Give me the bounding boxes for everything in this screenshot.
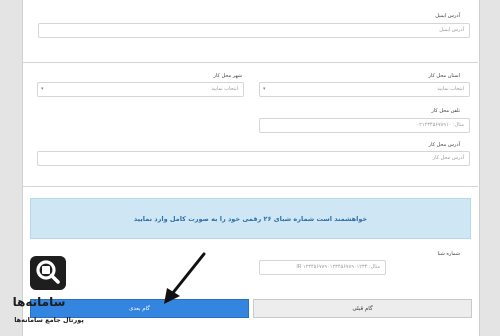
phone-placeholder: مثال: ۰۲۱۲۳۴۵۶۷۸۹۱۰ bbox=[416, 122, 464, 128]
sheba-notice: خواهشمند است شماره شبای ۲۶ رقمی خود را ب… bbox=[30, 198, 471, 239]
province-label: استان محل کار bbox=[428, 73, 460, 79]
chevron-down-icon: ▾ bbox=[41, 86, 44, 92]
sheba-notice-text: خواهشمند است شماره شبای ۲۶ رقمی خود را ب… bbox=[133, 214, 368, 223]
province-select[interactable]: انتخاب نمایید ▾ bbox=[259, 82, 470, 97]
province-selected-value: انتخاب نمایید bbox=[437, 86, 464, 92]
sheba-label: شماره شبا bbox=[437, 251, 460, 257]
logo-subtitle: پورتال جامع سامانه‌ها bbox=[14, 316, 84, 324]
sheba-field[interactable]: مثال: IR ۱۲۳۴۵۶۷۸۹۰۱۲۳۴۵۶۷۸۹۰۱۲۳۴ bbox=[259, 260, 386, 275]
section-divider bbox=[22, 186, 478, 187]
city-selected-value: انتخاب نمایید bbox=[211, 86, 238, 92]
address-placeholder: آدرس محل کار bbox=[432, 155, 464, 161]
email-field[interactable]: آدرس ایمیل bbox=[38, 23, 470, 38]
city-label: شهر محل کار bbox=[213, 73, 242, 79]
previous-step-button[interactable]: گام قبلی bbox=[253, 299, 472, 318]
address-field[interactable]: آدرس محل کار bbox=[37, 151, 470, 166]
email-placeholder: آدرس ایمیل bbox=[439, 27, 464, 33]
sheba-placeholder: مثال: IR ۱۲۳۴۵۶۷۸۹۰۱۲۳۴۵۶۷۸۹۰۱۲۳۴ bbox=[296, 264, 380, 270]
phone-label: تلفن محل کار bbox=[431, 108, 460, 114]
section-divider bbox=[22, 62, 478, 63]
logo-title: سامانه‌ها bbox=[12, 295, 66, 309]
phone-field[interactable]: مثال: ۰۲۱۲۳۴۵۶۷۸۹۱۰ bbox=[259, 118, 470, 133]
address-label: آدرس محل کار bbox=[428, 142, 460, 148]
samaneha-logo: سامانه‌ها پورتال جامع سامانه‌ها bbox=[4, 256, 96, 334]
chevron-down-icon: ▾ bbox=[263, 86, 266, 92]
next-step-label: گام بعدی bbox=[129, 305, 150, 312]
search-magnifier-icon bbox=[30, 256, 66, 290]
city-select[interactable]: انتخاب نمایید ▾ bbox=[37, 82, 244, 97]
email-label: آدرس ایمیل bbox=[435, 13, 460, 19]
previous-step-label: گام قبلی bbox=[352, 305, 373, 312]
